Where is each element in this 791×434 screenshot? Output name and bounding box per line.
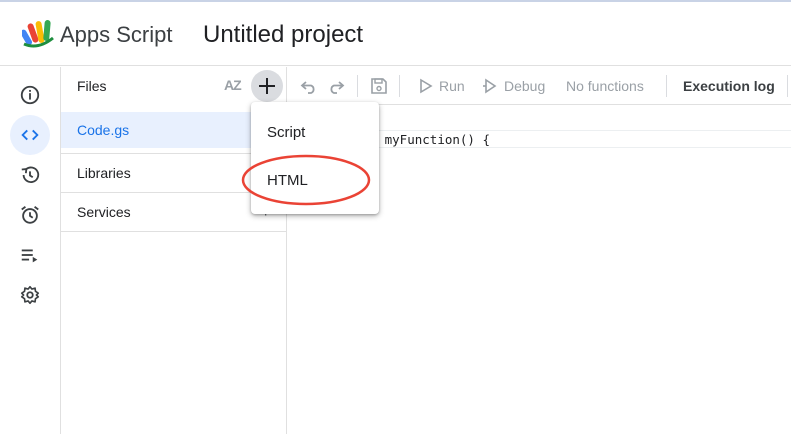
toolbar-divider <box>399 75 400 97</box>
files-header: Files AZ <box>61 67 287 105</box>
libraries-label: Libraries <box>77 165 131 181</box>
function-select[interactable]: No functions <box>566 78 644 94</box>
apps-script-logo[interactable] <box>22 19 56 49</box>
redo-icon[interactable] <box>327 77 345 95</box>
app-name[interactable]: Apps Script <box>60 22 173 48</box>
add-file-button[interactable] <box>251 70 283 102</box>
debug-icon <box>483 78 497 94</box>
app-header: Apps Script Untitled project <box>0 2 791 66</box>
sort-az-icon[interactable]: AZ <box>224 77 242 93</box>
project-settings-button[interactable] <box>10 275 50 315</box>
overview-button[interactable] <box>10 75 50 115</box>
plus-icon <box>259 78 275 94</box>
triggers-button[interactable] <box>10 195 50 235</box>
execution-log-button[interactable]: Execution log <box>683 78 775 94</box>
toolbar-divider <box>787 75 788 97</box>
project-history-button[interactable] <box>10 155 50 195</box>
run-icon <box>420 78 433 94</box>
file-name: Code.gs <box>77 122 130 138</box>
services-label: Services <box>77 204 131 220</box>
files-title: Files <box>77 78 107 94</box>
editor-button[interactable] <box>10 115 50 155</box>
left-nav-rail <box>0 67 61 434</box>
debug-button[interactable]: Debug <box>504 78 545 94</box>
toolbar-divider <box>357 75 358 97</box>
highlight-circle-annotation <box>241 154 371 206</box>
code-icon <box>21 129 39 141</box>
menu-item-script[interactable]: Script <box>251 113 379 153</box>
save-icon[interactable] <box>370 77 388 95</box>
run-button[interactable]: Run <box>439 78 465 94</box>
editor-toolbar: Run Debug No functions Execution log <box>287 67 791 105</box>
project-title[interactable]: Untitled project <box>203 21 363 49</box>
history-icon <box>21 166 40 184</box>
info-icon <box>20 85 40 105</box>
alarm-icon <box>21 206 39 224</box>
toolbar-divider <box>666 75 667 97</box>
undo-icon[interactable] <box>300 77 318 95</box>
gear-icon <box>20 285 40 305</box>
divider <box>61 231 287 232</box>
code-function-signature: myFunction() { <box>377 132 490 147</box>
executions-button[interactable] <box>10 235 50 275</box>
menu-item-label: Script <box>267 124 306 141</box>
executions-icon <box>21 249 38 263</box>
